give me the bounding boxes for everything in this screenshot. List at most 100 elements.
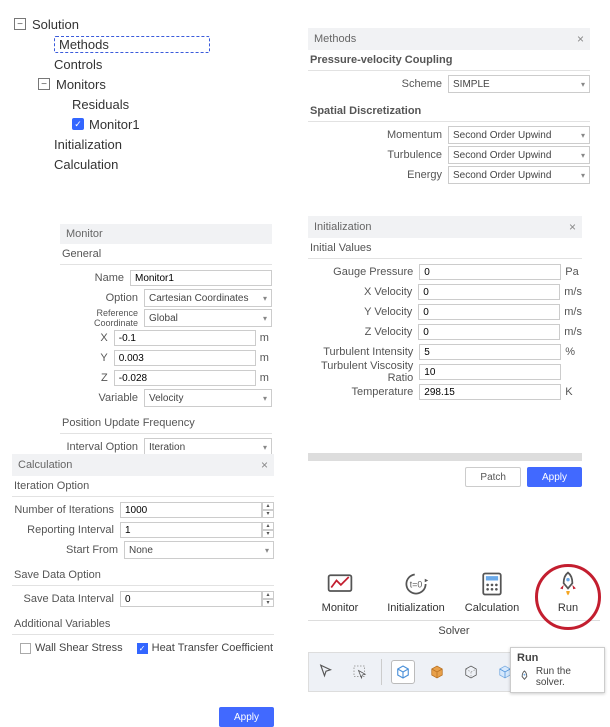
x-label: X xyxy=(60,332,114,344)
checkbox-icon[interactable]: ✓ xyxy=(72,118,84,130)
apply-button[interactable]: Apply xyxy=(219,707,274,727)
zv-input[interactable] xyxy=(418,324,560,340)
minus-icon[interactable]: − xyxy=(38,78,50,90)
panel-header: Monitor xyxy=(60,224,272,244)
ribbon-initialization[interactable]: t=0 Initialization xyxy=(387,570,445,614)
spinner[interactable]: ▴▾ xyxy=(262,502,274,518)
apply-button[interactable]: Apply xyxy=(527,467,582,487)
scheme-select[interactable]: SIMPLE▾ xyxy=(448,75,590,93)
unit: m xyxy=(256,332,272,344)
tree-monitors[interactable]: − Monitors xyxy=(14,74,284,94)
panel-title: Monitor xyxy=(66,228,103,240)
wss-checkbox[interactable] xyxy=(20,643,31,654)
rocket-icon xyxy=(554,570,582,598)
progress-bar xyxy=(308,453,582,461)
tree-residuals[interactable]: Residuals xyxy=(14,94,284,114)
close-icon[interactable]: × xyxy=(261,458,268,472)
unit: m xyxy=(256,372,272,384)
yv-input[interactable] xyxy=(418,304,560,320)
variable-select[interactable]: Velocity▾ xyxy=(144,389,272,407)
initialization-icon: t=0 xyxy=(402,570,430,598)
refcoord-select[interactable]: Global▾ xyxy=(144,309,272,327)
intopt-label: Interval Option xyxy=(60,441,144,453)
chevron-down-icon: ▾ xyxy=(263,294,267,303)
solid-cube-icon[interactable] xyxy=(425,660,449,684)
rint-label: Reporting Interval xyxy=(12,524,120,536)
unit: m/s xyxy=(560,286,582,298)
energy-select[interactable]: Second Order Upwind▾ xyxy=(448,166,590,184)
close-icon[interactable]: × xyxy=(569,220,576,234)
unit: % xyxy=(561,346,582,358)
ti-input[interactable] xyxy=(419,344,561,360)
chevron-down-icon: ▾ xyxy=(581,151,585,160)
turbulence-select[interactable]: Second Order Upwind▾ xyxy=(448,146,590,164)
name-label: Name xyxy=(60,272,130,284)
unit: m/s xyxy=(560,306,582,318)
tree-methods[interactable]: Methods xyxy=(14,34,284,54)
tree-controls[interactable]: Controls xyxy=(14,54,284,74)
spinner[interactable]: ▴▾ xyxy=(262,591,274,607)
niter-input[interactable] xyxy=(120,502,262,518)
momentum-label: Momentum xyxy=(308,129,448,141)
rint-input[interactable] xyxy=(120,522,262,538)
sdint-input[interactable] xyxy=(120,591,262,607)
niter-label: Number of Iterations xyxy=(12,504,120,516)
wss-label: Wall Shear Stress xyxy=(35,642,123,654)
x-input[interactable] xyxy=(114,330,256,346)
section-title: Spatial Discretization xyxy=(308,101,590,122)
gauge-input[interactable] xyxy=(419,264,561,280)
momentum-select[interactable]: Second Order Upwind▾ xyxy=(448,126,590,144)
sdint-label: Save Data Interval xyxy=(12,593,120,605)
ribbon-label: Initialization xyxy=(387,602,444,614)
solver-ribbon: Monitor t=0 Initialization Calculation R… xyxy=(308,570,600,637)
patch-button[interactable]: Patch xyxy=(465,467,521,487)
spinner[interactable]: ▴▾ xyxy=(262,522,274,538)
refcoord-label: Reference Coordinate xyxy=(60,308,144,328)
z-input[interactable] xyxy=(114,370,256,386)
hidden-line-cube-icon[interactable] xyxy=(459,660,483,684)
energy-label: Energy xyxy=(308,169,448,181)
name-input[interactable] xyxy=(130,270,272,286)
ribbon-monitor[interactable]: Monitor xyxy=(311,570,369,614)
minus-icon[interactable]: − xyxy=(14,18,26,30)
temp-label: Temperature xyxy=(308,386,419,398)
htc-label: Heat Transfer Coefficient xyxy=(152,642,273,654)
z-label: Z xyxy=(60,372,114,384)
xv-input[interactable] xyxy=(418,284,560,300)
select-box-icon[interactable] xyxy=(348,660,372,684)
unit: Pa xyxy=(561,266,582,278)
tree-calculation[interactable]: Calculation xyxy=(14,154,284,174)
option-label: Option xyxy=(60,292,144,304)
cursor-icon[interactable] xyxy=(314,660,338,684)
tree-solution[interactable]: − Solution xyxy=(14,14,284,34)
gauge-label: Gauge Pressure xyxy=(308,266,419,278)
tree-label: Monitors xyxy=(56,77,106,92)
tree-label: Residuals xyxy=(72,97,129,112)
option-select[interactable]: Cartesian Coordinates▾ xyxy=(144,289,272,307)
ribbon-run[interactable]: Run xyxy=(539,570,597,614)
sfrom-select[interactable]: None▾ xyxy=(124,541,274,559)
section-title: Save Data Option xyxy=(12,565,274,586)
htc-checkbox[interactable]: ✓ xyxy=(137,643,148,654)
panel-header: Initialization × xyxy=(308,216,582,238)
wireframe-cube-icon[interactable] xyxy=(391,660,415,684)
tvr-input[interactable] xyxy=(419,364,561,380)
section-title: Iteration Option xyxy=(12,476,274,497)
turbulence-label: Turbulence xyxy=(308,149,448,161)
tree-monitor1[interactable]: ✓ Monitor1 xyxy=(14,114,284,134)
tree-label: Calculation xyxy=(54,157,118,172)
y-input[interactable] xyxy=(114,350,256,366)
tooltip-title: Run xyxy=(517,652,598,664)
panel-title: Initialization xyxy=(314,221,371,233)
tree-label: Controls xyxy=(54,57,102,72)
ribbon-label: Run xyxy=(558,602,578,614)
unit: m xyxy=(256,352,272,364)
tree-label: Initialization xyxy=(54,137,122,152)
tree-label: Solution xyxy=(32,17,79,32)
monitor-icon xyxy=(326,570,354,598)
ribbon-calculation[interactable]: Calculation xyxy=(463,570,521,614)
panel-header: Methods × xyxy=(308,28,590,50)
close-icon[interactable]: × xyxy=(577,32,584,46)
temp-input[interactable] xyxy=(419,384,561,400)
tree-initialization[interactable]: Initialization xyxy=(14,134,284,154)
